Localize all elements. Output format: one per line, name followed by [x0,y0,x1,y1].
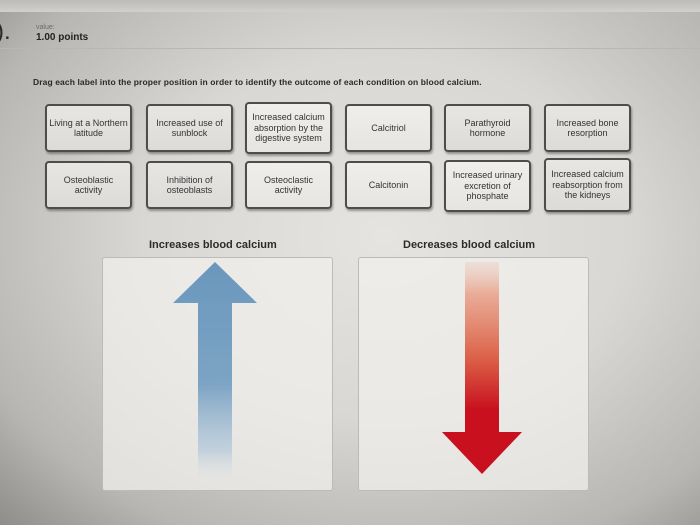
label-tile[interactable]: Inhibition of osteoblasts [146,161,233,209]
label-tile[interactable]: Calcitriol [345,104,432,152]
increases-zone-title: Increases blood calcium [149,239,277,251]
label-tile[interactable]: Increased calcium absorption by the dige… [245,102,332,154]
up-arrow-icon [173,262,257,484]
label-tile[interactable]: Parathyroid hormone [444,104,531,152]
label-tile[interactable]: Increased use of sunblock [146,104,233,152]
label-tile[interactable]: Calcitonin [345,161,432,209]
label-tile[interactable]: Living at a Northern latitude [45,104,132,152]
label-tile[interactable]: Increased bone resorption [544,104,631,152]
question-number: ). [0,18,11,45]
label-tile[interactable]: Osteoblastic activity [45,161,132,209]
value-label: value: [36,24,55,31]
top-bar [0,0,700,12]
down-arrow-icon [442,262,522,474]
question-header [0,12,700,49]
label-tile[interactable]: Osteoclastic activity [245,161,332,209]
label-tile[interactable]: Increased calcium reabsorption from the … [544,158,631,212]
label-tile[interactable]: Increased urinary excretion of phosphate [444,160,531,212]
decreases-zone-title: Decreases blood calcium [403,239,536,251]
instructions: Drag each label into the proper position… [33,77,482,87]
value-points: 1.00 points [36,32,89,43]
